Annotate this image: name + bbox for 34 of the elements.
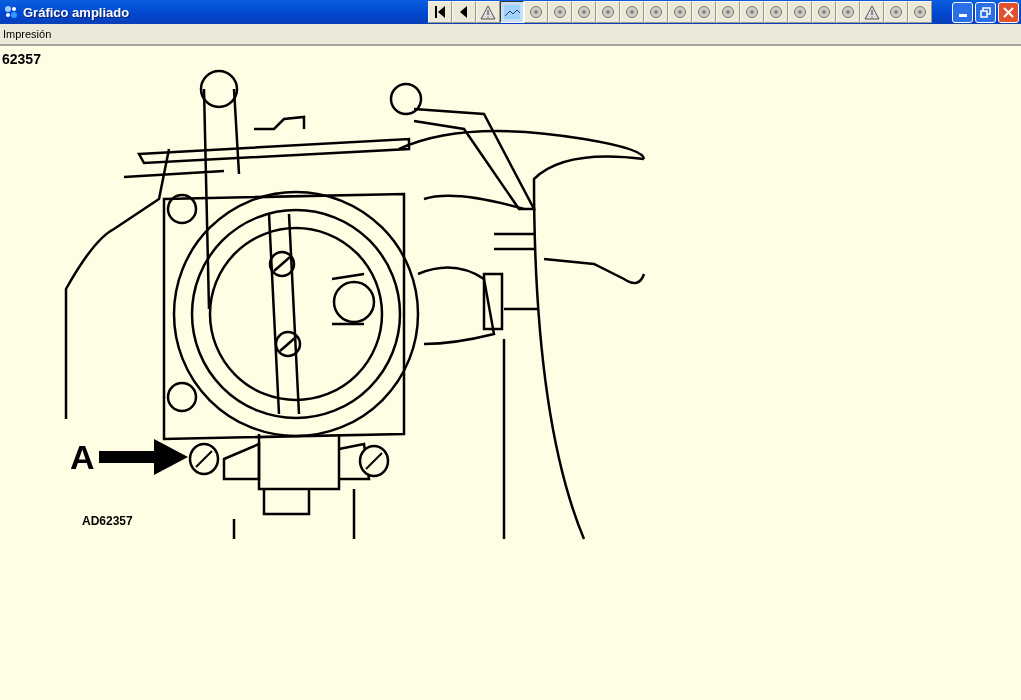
part-icon	[768, 4, 784, 20]
part-icon	[696, 4, 712, 20]
part-icon	[744, 4, 760, 20]
toolbar-button[interactable]	[500, 1, 524, 23]
previous-icon	[459, 5, 469, 19]
part-icon	[672, 4, 688, 20]
image-icon	[503, 4, 521, 20]
part-icon	[600, 4, 616, 20]
figure-number: 62357	[2, 51, 42, 67]
part-icon	[624, 4, 640, 20]
close-icon	[1003, 6, 1014, 18]
part-icon	[792, 4, 808, 20]
restore-button[interactable]	[975, 1, 996, 23]
skip-to-first-icon	[433, 5, 447, 19]
part-icon	[528, 4, 544, 20]
part-icon	[840, 4, 856, 20]
menu-item[interactable]: Impresión	[2, 28, 53, 40]
window-title: Gráfico ampliado	[23, 4, 130, 20]
part-icon	[576, 4, 592, 20]
app-icon	[3, 4, 19, 20]
minimize-button[interactable]	[952, 1, 973, 23]
part-icon	[888, 4, 904, 20]
callout-label: A	[70, 438, 95, 476]
part-icon	[552, 4, 568, 20]
restore-icon	[980, 6, 991, 18]
figure-code: AD62357	[82, 514, 133, 528]
minimize-icon	[958, 13, 967, 17]
part-icon	[912, 4, 928, 20]
part-icon	[720, 4, 736, 20]
warning-icon	[480, 4, 496, 20]
part-icon	[648, 4, 664, 20]
part-icon	[816, 4, 832, 20]
close-button[interactable]	[998, 1, 1019, 23]
warning-icon	[864, 4, 880, 20]
